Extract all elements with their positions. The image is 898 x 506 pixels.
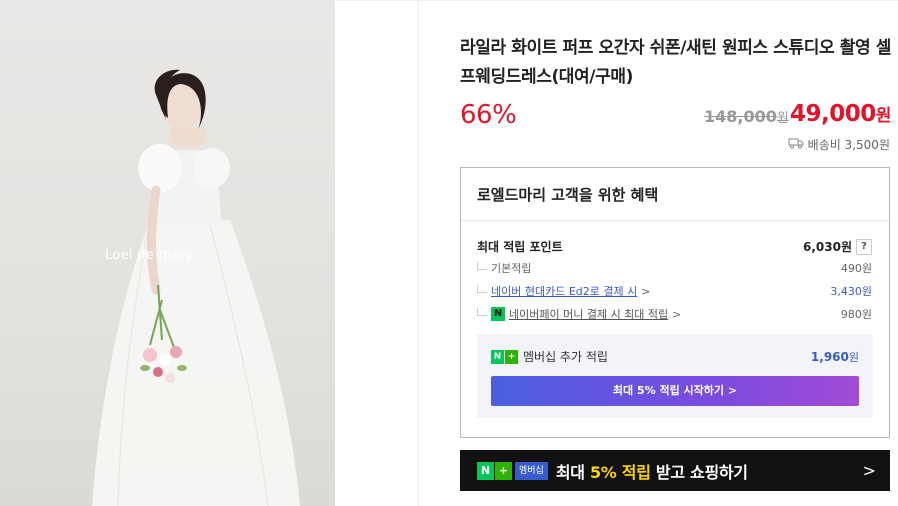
naverpay-icon: N — [491, 307, 505, 321]
product-title: 라일라 화이트 퍼프 오간자 쉬폰/새틴 원피스 스튜디오 촬영 셀프웨딩드레스… — [460, 38, 891, 87]
max-points-label: 최대 적립 포인트 — [477, 240, 563, 254]
photo-watermark: Loel de mary — [105, 248, 194, 263]
vertical-divider — [418, 0, 419, 506]
max-points-value: 6,030원 — [803, 240, 852, 254]
tree-connector — [477, 262, 487, 270]
truck-icon — [788, 137, 804, 152]
banner-text: 최대 5% 적립 받고 쇼핑하기 — [555, 462, 748, 482]
tree-connector — [477, 285, 487, 293]
original-price: 148,000원 — [704, 107, 789, 126]
card-benefit-link[interactable]: 네이버 현대카드 Ed2로 결제 시 — [491, 283, 637, 299]
benefit-box: 로엘드마리 고객을 위한 혜택 최대 적립 포인트 6,030원 ? 기본적립 … — [460, 167, 890, 438]
tree-connector — [477, 308, 487, 316]
start-membership-button[interactable]: 최대 5% 적립 시작하기 > — [491, 376, 859, 406]
npay-benefit-link[interactable]: 네이버페이 머니 결제 시 최대 적립 — [509, 306, 668, 322]
points-row-card[interactable]: 네이버 현대카드 Ed2로 결제 시 > 3,430원 — [477, 283, 872, 299]
membership-label: 멤버십 추가 적립 — [523, 350, 608, 364]
sale-price-value: 49,000 — [790, 101, 876, 127]
naver-plus-icon: N + — [491, 349, 518, 364]
points-row-basic: 기본적립 490원 — [477, 260, 872, 276]
points-row-label: 기본적립 — [491, 262, 532, 275]
chevron-right-icon: > — [641, 284, 651, 298]
top-divider — [335, 0, 898, 1]
membership-row: N + 멤버십 추가 적립 1,960원 — [491, 348, 859, 365]
membership-unit: 원 — [848, 350, 859, 364]
sale-price: 49,000원 — [790, 101, 891, 127]
membership-box: N + 멤버십 추가 적립 1,960원 최대 5% 적립 시작하기 > — [477, 334, 873, 418]
points-row-npay[interactable]: N 네이버페이 머니 결제 시 최대 적립 > 980원 — [477, 306, 872, 322]
help-icon[interactable]: ? — [856, 238, 872, 255]
shipping-info: 배송비 3,500원 — [788, 136, 890, 153]
max-points-row: 최대 적립 포인트 6,030원 ? — [477, 238, 872, 255]
discount-rate: 66% — [460, 100, 517, 130]
points-row-value: 980원 — [840, 308, 872, 321]
chevron-right-icon: > — [862, 461, 876, 480]
product-photo[interactable]: Loel de mary — [0, 0, 335, 506]
naver-plus-membership-icon: N + 멤버십 — [477, 461, 548, 480]
product-page: Loel de mary 라일라 화이트 퍼프 오간자 쉬폰/새틴 원피스 스튜… — [0, 0, 898, 506]
shipping-text: 배송비 3,500원 — [807, 138, 890, 152]
banner-highlight: 5% 적립 — [589, 462, 651, 482]
sale-price-unit: 원 — [875, 106, 892, 126]
membership-banner[interactable]: N + 멤버십 최대 5% 적립 받고 쇼핑하기 > — [460, 450, 890, 491]
membership-value: 1,960 — [810, 349, 849, 364]
points-row-value: 3,430원 — [830, 285, 872, 298]
chevron-right-icon: > — [672, 307, 682, 321]
original-price-value: 148,000 — [704, 107, 777, 126]
points-row-value: 490원 — [840, 262, 872, 275]
benefit-heading: 로엘드마리 고객을 위한 혜택 — [461, 168, 889, 221]
original-price-unit: 원 — [776, 111, 789, 126]
